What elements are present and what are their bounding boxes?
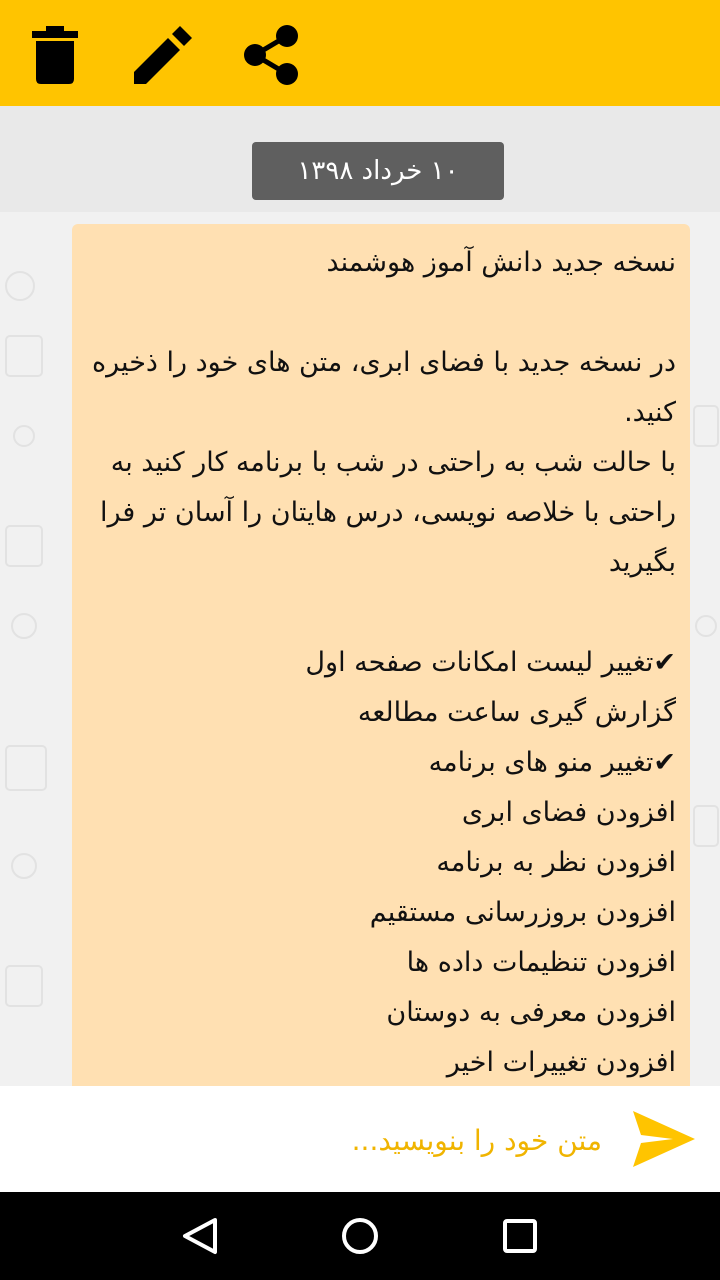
top-toolbar bbox=[0, 0, 720, 106]
message-line: ✔تغییر منو های برنامه bbox=[428, 747, 676, 778]
send-icon bbox=[633, 1111, 695, 1167]
nav-home-button[interactable] bbox=[330, 1206, 390, 1266]
message-bubble[interactable]: نسخه جدید دانش آموز هوشمند در نسخه جدید … bbox=[72, 224, 690, 1086]
message-line: در نسخه جدید با فضای ابری، متن های خود ر… bbox=[83, 347, 676, 428]
message-title: نسخه جدید دانش آموز هوشمند bbox=[326, 247, 676, 278]
share-button[interactable] bbox=[236, 20, 306, 90]
share-icon bbox=[244, 25, 298, 85]
message-line: افزودن معرفی به دوستان bbox=[386, 997, 676, 1028]
edit-button[interactable] bbox=[128, 20, 198, 90]
system-navigation-bar bbox=[0, 1192, 720, 1280]
message-line: گزارش گیری ساعت مطالعه bbox=[357, 697, 676, 728]
delete-button[interactable] bbox=[20, 20, 90, 90]
message-line: افزودن فضای ابری bbox=[461, 797, 676, 828]
nav-back-button[interactable] bbox=[170, 1206, 230, 1266]
trash-icon bbox=[32, 26, 78, 84]
home-icon bbox=[342, 1218, 378, 1254]
edit-pencil-icon bbox=[134, 26, 192, 84]
nav-recents-button[interactable] bbox=[490, 1206, 550, 1266]
chat-area[interactable]: ۱۰ خرداد ۱۳۹۸ نسخه جدید دانش آموز هوشمند… bbox=[0, 106, 720, 1086]
message-line: افزودن تنظیمات داده ها bbox=[406, 947, 676, 978]
message-line: افزودن تغییرات اخیر bbox=[446, 1047, 676, 1078]
back-icon bbox=[183, 1218, 217, 1254]
message-blank-line bbox=[84, 588, 676, 638]
message-line: ✔تغییر لیست امکانات صفحه اول bbox=[305, 647, 676, 678]
message-line: با حالت شب به راحتی در شب با برنامه کار … bbox=[91, 447, 676, 578]
recents-icon bbox=[503, 1219, 537, 1253]
date-chip: ۱۰ خرداد ۱۳۹۸ bbox=[252, 142, 504, 200]
message-line: افزودن بروزرسانی مستقیم bbox=[369, 897, 676, 928]
message-line: افزودن نظر به برنامه bbox=[436, 847, 676, 878]
message-blank-line bbox=[84, 288, 676, 338]
message-input[interactable] bbox=[130, 1106, 604, 1174]
send-button[interactable] bbox=[624, 1104, 704, 1174]
message-composer bbox=[0, 1086, 720, 1192]
